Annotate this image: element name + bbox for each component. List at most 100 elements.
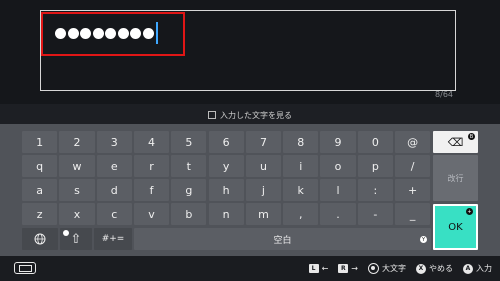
key-row2-6[interactable]: u bbox=[245, 155, 282, 177]
key-label: j bbox=[261, 183, 265, 197]
l-button-icon: L bbox=[308, 264, 319, 273]
show-text-toggle[interactable]: 入力した文字を見る bbox=[0, 106, 500, 124]
key-row3-8[interactable]: l bbox=[320, 179, 356, 201]
key-row4-3[interactable]: v bbox=[133, 203, 170, 225]
key-row1-3[interactable]: 4 bbox=[133, 131, 170, 153]
show-text-label: 入力した文字を見る bbox=[220, 110, 292, 120]
key-row3-2[interactable]: d bbox=[96, 179, 132, 201]
password-dot bbox=[117, 27, 129, 39]
key-label: 2 bbox=[73, 135, 81, 149]
y-button-badge-icon: Y bbox=[420, 236, 427, 243]
key-row3-7[interactable]: k bbox=[283, 179, 319, 201]
key-row4-2[interactable]: c bbox=[96, 203, 132, 225]
key-row1-4[interactable]: 5 bbox=[171, 131, 207, 153]
ok-label: OK bbox=[448, 221, 463, 233]
key-row1-6[interactable]: 7 bbox=[245, 131, 282, 153]
key-row4-0[interactable]: z bbox=[22, 203, 58, 225]
plus-button-badge-icon: + bbox=[466, 208, 473, 215]
key-row2-5[interactable]: y bbox=[208, 155, 244, 177]
key-label: e bbox=[110, 159, 118, 173]
key-label: c bbox=[111, 207, 118, 221]
key-label: r bbox=[149, 159, 154, 173]
backspace-icon: ⌫ bbox=[447, 135, 464, 149]
software-keyboard: ⌫ B 改行 OK + ⇧ #+= 空白 Y 1 2 3 4 5 6 7 8 9 0 @ q w e r t y… bbox=[0, 124, 500, 256]
hint-stick-uppercase: 大文字 bbox=[368, 263, 406, 274]
key-label: p bbox=[371, 159, 379, 173]
key-label: s bbox=[74, 183, 80, 197]
key-label: 0 bbox=[371, 135, 379, 149]
key-label: b bbox=[185, 207, 193, 221]
key-row4-1[interactable]: x bbox=[59, 203, 95, 225]
key-row3-4[interactable]: g bbox=[171, 179, 207, 201]
key-row1-8[interactable]: 9 bbox=[320, 131, 356, 153]
key-row3-0[interactable]: a bbox=[22, 179, 58, 201]
key-row1-5[interactable]: 6 bbox=[208, 131, 244, 153]
shift-key[interactable]: ⇧ bbox=[60, 228, 92, 250]
key-label: y bbox=[222, 159, 230, 173]
key-row3-3[interactable]: f bbox=[133, 179, 170, 201]
key-row2-0[interactable]: q bbox=[22, 155, 58, 177]
backspace-key[interactable]: ⌫ B bbox=[433, 131, 478, 153]
left-arrow-label: ← bbox=[321, 264, 329, 273]
key-row1-10[interactable]: @ bbox=[395, 131, 431, 153]
key-label: 7 bbox=[259, 135, 267, 149]
password-dot bbox=[142, 27, 154, 39]
key-row2-8[interactable]: o bbox=[320, 155, 356, 177]
globe-icon bbox=[34, 233, 46, 245]
key-row1-0[interactable]: 1 bbox=[22, 131, 58, 153]
key-row2-9[interactable]: p bbox=[357, 155, 393, 177]
key-row3-6[interactable]: j bbox=[245, 179, 282, 201]
key-label: @ bbox=[407, 135, 419, 149]
key-row2-7[interactable]: i bbox=[283, 155, 319, 177]
key-row4-6[interactable]: m bbox=[245, 203, 282, 225]
key-row3-10[interactable]: + bbox=[395, 179, 431, 201]
character-counter: 8/64 bbox=[435, 90, 453, 99]
shift-icon: ⇧ bbox=[70, 231, 82, 247]
key-label: k bbox=[297, 183, 304, 197]
symbols-key[interactable]: #+= bbox=[94, 228, 132, 250]
key-row2-4[interactable]: t bbox=[171, 155, 207, 177]
key-label: 3 bbox=[110, 135, 118, 149]
b-button-badge-icon: B bbox=[468, 133, 475, 140]
ok-key[interactable]: OK + bbox=[433, 204, 478, 250]
key-row3-1[interactable]: s bbox=[59, 179, 95, 201]
key-row2-2[interactable]: e bbox=[96, 155, 132, 177]
key-row4-8[interactable]: . bbox=[320, 203, 356, 225]
key-row1-2[interactable]: 3 bbox=[96, 131, 132, 153]
password-dot bbox=[92, 27, 104, 39]
key-row2-1[interactable]: w bbox=[59, 155, 95, 177]
key-label: d bbox=[110, 183, 118, 197]
show-text-checkbox[interactable] bbox=[208, 111, 216, 119]
key-label: v bbox=[148, 207, 155, 221]
key-row4-10[interactable]: _ bbox=[395, 203, 431, 225]
key-label: / bbox=[410, 159, 415, 173]
key-row1-7[interactable]: 8 bbox=[283, 131, 319, 153]
key-row3-9[interactable]: : bbox=[357, 179, 393, 201]
key-label: a bbox=[36, 183, 44, 197]
password-dot bbox=[67, 27, 79, 39]
key-label: u bbox=[259, 159, 267, 173]
key-label: n bbox=[222, 207, 230, 221]
key-row1-1[interactable]: 2 bbox=[59, 131, 95, 153]
masked-password-dots bbox=[55, 27, 155, 39]
key-row1-9[interactable]: 0 bbox=[357, 131, 393, 153]
hint-a-input[interactable]: A 入力 bbox=[463, 263, 492, 274]
space-key[interactable]: 空白 Y bbox=[134, 228, 431, 250]
key-label: h bbox=[222, 183, 230, 197]
hint-l-left: L ← bbox=[308, 264, 329, 273]
password-dot bbox=[80, 27, 91, 39]
key-row2-10[interactable]: / bbox=[395, 155, 431, 177]
newline-key[interactable]: 改行 bbox=[433, 155, 478, 201]
key-label: w bbox=[72, 159, 82, 173]
language-key[interactable] bbox=[22, 228, 58, 250]
hint-x-cancel[interactable]: X やめる bbox=[416, 263, 453, 274]
key-label: i bbox=[299, 159, 303, 173]
key-row4-7[interactable]: , bbox=[283, 203, 319, 225]
key-row4-4[interactable]: b bbox=[171, 203, 207, 225]
key-row2-3[interactable]: r bbox=[133, 155, 170, 177]
key-label: x bbox=[73, 207, 81, 221]
key-row3-5[interactable]: h bbox=[208, 179, 244, 201]
key-row4-9[interactable]: - bbox=[357, 203, 393, 225]
key-label: 1 bbox=[36, 135, 44, 149]
key-row4-5[interactable]: n bbox=[208, 203, 244, 225]
